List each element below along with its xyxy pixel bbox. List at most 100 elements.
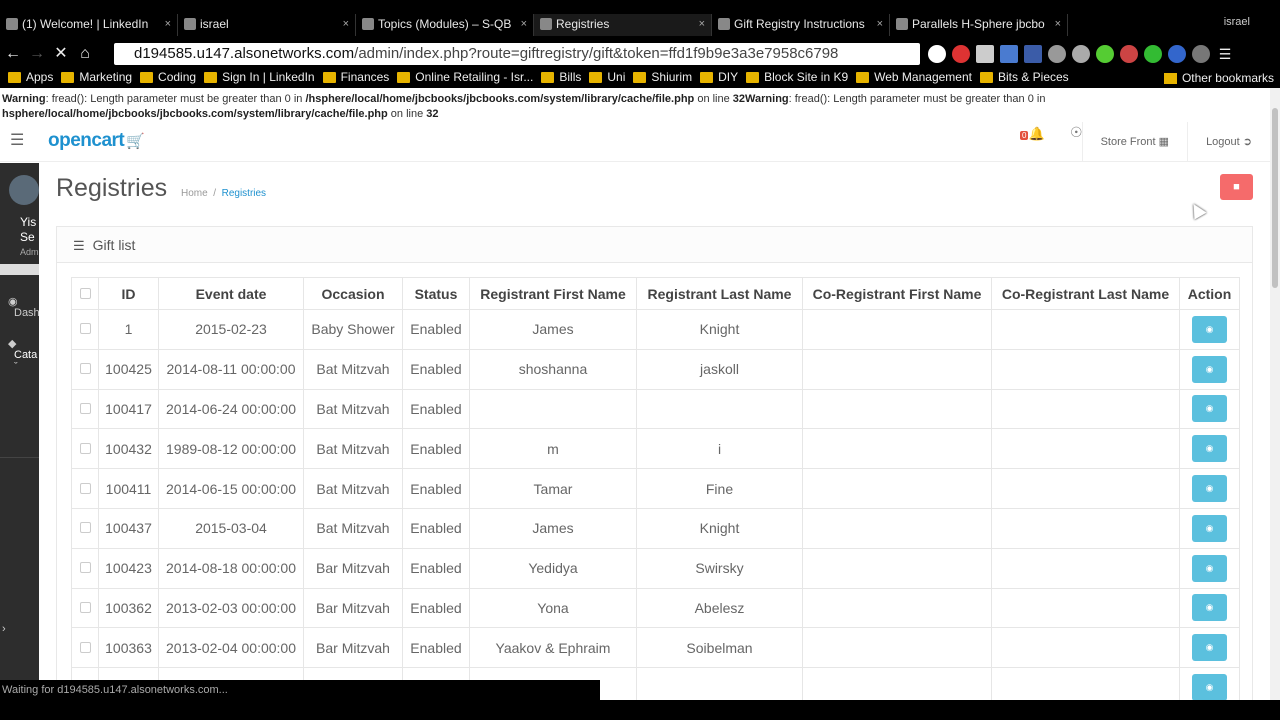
sidebar-scroll[interactable] bbox=[0, 264, 39, 275]
view-button[interactable]: ◉ bbox=[1192, 594, 1227, 622]
view-button[interactable]: ◉ bbox=[1192, 475, 1227, 503]
screen-icon[interactable] bbox=[1024, 45, 1042, 63]
tab-2[interactable]: Topics (Modules) – S-QB × bbox=[356, 14, 534, 36]
forward-icon[interactable]: → bbox=[26, 43, 48, 65]
column-header[interactable]: Occasion bbox=[303, 277, 403, 310]
menu-icon[interactable]: ☰ bbox=[1216, 45, 1234, 63]
opencart-logo[interactable]: opencart 🛒 bbox=[48, 130, 145, 152]
bookmark-item[interactable]: Shiurim bbox=[633, 70, 692, 84]
bookmark-item[interactable]: Apps bbox=[8, 70, 53, 84]
sidebar-toggle-icon[interactable]: ☰ bbox=[10, 130, 24, 150]
column-header[interactable]: ID bbox=[98, 277, 159, 310]
mail-icon[interactable] bbox=[976, 45, 994, 63]
download-icon[interactable] bbox=[1120, 45, 1138, 63]
bookmark-item[interactable]: Marketing bbox=[61, 70, 132, 84]
doc-icon bbox=[896, 18, 908, 30]
sidebar-item-catalog[interactable]: Cata bbox=[14, 349, 37, 361]
column-header[interactable]: Co-Registrant First Name bbox=[802, 277, 992, 310]
view-button[interactable]: ◉ bbox=[1192, 554, 1227, 582]
view-button[interactable]: ◉ bbox=[1192, 514, 1227, 542]
tab-3[interactable]: Registries × bbox=[534, 14, 712, 36]
row-checkbox[interactable] bbox=[79, 482, 91, 494]
action-cell: ◉ bbox=[1179, 547, 1240, 589]
table-cell: 100432 bbox=[98, 428, 159, 470]
bookmark-item[interactable]: Web Management bbox=[856, 70, 972, 84]
tab-4[interactable]: Gift Registry Instructions × bbox=[712, 14, 890, 36]
breadcrumb-home[interactable]: Home bbox=[181, 188, 208, 199]
row-checkbox[interactable] bbox=[79, 363, 91, 375]
view-button[interactable]: ◉ bbox=[1192, 355, 1227, 383]
calendar-icon[interactable] bbox=[1000, 45, 1018, 63]
tab-1[interactable]: israel × bbox=[178, 14, 356, 36]
table-cell: 2014-08-11 00:00:00 bbox=[158, 348, 304, 390]
tab-0[interactable]: (1) Welcome! | LinkedIn × bbox=[0, 14, 178, 36]
sidebar-item-dashboard[interactable]: Dash bbox=[14, 307, 39, 319]
profile-name[interactable]: israel bbox=[1224, 16, 1250, 28]
save-icon[interactable] bbox=[1168, 45, 1186, 63]
bookmark-item[interactable]: DIY bbox=[700, 70, 738, 84]
close-icon[interactable]: × bbox=[877, 14, 883, 34]
breadcrumb-current[interactable]: Registries bbox=[222, 188, 266, 199]
scrollbar-thumb[interactable] bbox=[1272, 108, 1278, 288]
table-cell: i bbox=[636, 428, 803, 470]
bookmark-item[interactable]: Bits & Pieces bbox=[979, 70, 1069, 84]
close-icon[interactable]: × bbox=[165, 14, 171, 34]
close-icon[interactable]: × bbox=[699, 14, 705, 34]
view-button[interactable]: ◉ bbox=[1192, 674, 1227, 700]
chevron-down-icon: ˇ bbox=[14, 361, 18, 373]
bookmark-item[interactable]: Sign In | LinkedIn bbox=[204, 70, 315, 84]
row-checkbox[interactable] bbox=[79, 601, 91, 613]
row-select-cell bbox=[71, 428, 99, 470]
view-button[interactable]: ◉ bbox=[1192, 395, 1227, 423]
record-icon[interactable] bbox=[952, 45, 970, 63]
bookmark-item[interactable]: Block Site in K9 bbox=[746, 70, 848, 84]
table-cell bbox=[991, 627, 1180, 669]
bookmark-item[interactable]: Bills bbox=[541, 70, 581, 84]
other-bookmarks[interactable]: Other bookmarks bbox=[1163, 71, 1274, 85]
tab-5[interactable]: Parallels H-Sphere jbcbo × bbox=[890, 14, 1068, 36]
store-front-link[interactable]: Store Front ▦ bbox=[1081, 122, 1188, 162]
gift-list-panel: ☰ Gift list ID Event date Occasion Status Reg… bbox=[56, 226, 1253, 700]
lens-icon[interactable] bbox=[1072, 45, 1090, 63]
column-header[interactable]: Registrant Last Name bbox=[636, 277, 803, 310]
column-header[interactable]: Event date bbox=[158, 277, 304, 310]
column-header[interactable]: Status bbox=[402, 277, 470, 310]
page-scrollbar[interactable] bbox=[1270, 88, 1280, 700]
row-checkbox[interactable] bbox=[79, 442, 91, 454]
row-checkbox[interactable] bbox=[79, 562, 91, 574]
column-header[interactable]: Action bbox=[1179, 277, 1240, 310]
bookmark-item[interactable]: Online Retailing - Isr... bbox=[397, 70, 533, 84]
status-bar: Waiting for d194585.u147.alsonetworks.co… bbox=[0, 680, 600, 700]
view-button[interactable]: ◉ bbox=[1192, 634, 1227, 662]
shield-icon[interactable] bbox=[1144, 45, 1162, 63]
select-all-checkbox[interactable] bbox=[79, 287, 91, 299]
close-icon[interactable]: × bbox=[343, 14, 349, 34]
stop-icon[interactable]: ✕ bbox=[50, 43, 72, 65]
home-icon[interactable]: ⌂ bbox=[74, 43, 96, 65]
select-all-cell[interactable] bbox=[71, 277, 99, 310]
row-checkbox[interactable] bbox=[79, 522, 91, 534]
view-button[interactable]: ◉ bbox=[1192, 435, 1227, 463]
close-icon[interactable]: × bbox=[1055, 14, 1061, 34]
logout-link[interactable]: Logout ➲ bbox=[1187, 122, 1270, 162]
pocket-icon[interactable] bbox=[1048, 45, 1066, 63]
whatsapp-icon[interactable] bbox=[928, 45, 946, 63]
delete-button[interactable]: ■ bbox=[1220, 174, 1253, 200]
evernote-icon[interactable] bbox=[1096, 45, 1114, 63]
row-checkbox[interactable] bbox=[79, 402, 91, 414]
column-header[interactable]: Registrant First Name bbox=[469, 277, 637, 310]
bookmark-item[interactable]: Finances bbox=[322, 70, 389, 84]
url-field[interactable]: d194585.u147.alsonetworks.com/admin/inde… bbox=[114, 43, 920, 65]
chevron-right-icon[interactable]: › bbox=[2, 623, 6, 635]
tag-icon[interactable] bbox=[1192, 45, 1210, 63]
row-checkbox[interactable] bbox=[79, 641, 91, 653]
column-header[interactable]: Co-Registrant Last Name bbox=[991, 277, 1180, 310]
close-icon[interactable]: × bbox=[521, 14, 527, 34]
bookmark-item[interactable]: Coding bbox=[140, 70, 196, 84]
view-button[interactable]: ◉ bbox=[1192, 315, 1227, 343]
back-icon[interactable]: ← bbox=[2, 43, 24, 65]
notifications[interactable]: 0 🔔 bbox=[1020, 126, 1045, 142]
table-cell bbox=[991, 667, 1180, 700]
bookmark-item[interactable]: Uni bbox=[589, 70, 625, 84]
row-checkbox[interactable] bbox=[79, 323, 91, 335]
